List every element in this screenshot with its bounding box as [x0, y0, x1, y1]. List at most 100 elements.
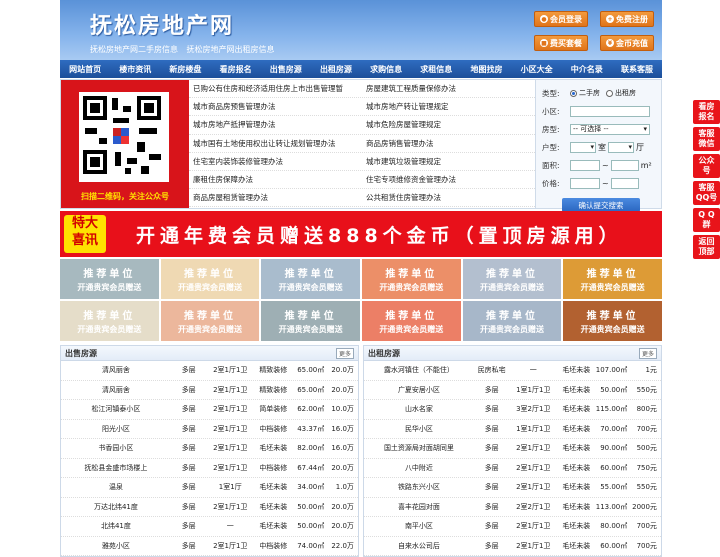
- recommended-unit-tile[interactable]: 推荐单位 开通贵宾会员赠送: [361, 259, 461, 299]
- float-service-wechat[interactable]: 客服 微信: [693, 127, 720, 151]
- community-input[interactable]: [570, 105, 650, 117]
- listing-community[interactable]: 抚松县金盛市场楼上: [61, 463, 171, 473]
- nav-want-buy[interactable]: 求购信息: [361, 60, 411, 78]
- float-viewing-signup[interactable]: 看房 报名: [693, 100, 720, 124]
- recommended-unit-tile[interactable]: 推荐单位 开通贵宾会员赠送: [261, 301, 360, 341]
- listing-row[interactable]: 八中附近 多层 2室1厅1卫 毛坯未装 60.00㎡ 750元: [364, 459, 661, 478]
- listing-community[interactable]: 民华小区: [364, 424, 474, 434]
- nav-viewing-signup[interactable]: 看房报名: [211, 60, 261, 78]
- recommended-unit-tile[interactable]: 推荐单位 开通贵宾会员赠送: [60, 259, 159, 299]
- nav-news[interactable]: 楼市资讯: [110, 60, 160, 78]
- listing-community[interactable]: 书香园小区: [61, 443, 171, 453]
- listing-community[interactable]: 温泉: [61, 482, 171, 492]
- policy-link[interactable]: 城市房地产转让管理规定: [362, 101, 535, 112]
- listing-row[interactable]: 国土资源局对面胡同里 多层 2室1厅1卫 毛坯未装 90.00㎡ 500元: [364, 439, 661, 459]
- recommended-unit-tile[interactable]: 推荐单位 开通贵宾会员赠送: [160, 259, 260, 299]
- recommended-unit-tile[interactable]: 推荐单位 开通贵宾会员赠送: [261, 259, 360, 299]
- recommended-unit-tile[interactable]: 推荐单位 开通贵宾会员赠送: [160, 301, 260, 341]
- recommended-unit-tile[interactable]: 推荐单位 开通贵宾会员赠送: [462, 259, 562, 299]
- login-button[interactable]: ● 会员登录: [534, 11, 588, 27]
- listing-community[interactable]: 山水名家: [364, 404, 474, 414]
- listing-community[interactable]: 雅苑小区: [61, 541, 171, 551]
- listing-row[interactable]: 清风丽舍 多层 2室1厅1卫 精致装修 65.00㎡ 20.0万: [61, 381, 358, 400]
- listing-community[interactable]: 南平小区: [364, 521, 474, 531]
- float-back-to-top[interactable]: 返回 顶部: [693, 235, 720, 259]
- recommended-unit-tile[interactable]: 推荐单位 开通贵宾会员赠送: [563, 301, 662, 341]
- area-max-input[interactable]: [610, 159, 639, 171]
- listing-community[interactable]: 松江河镇泰小区: [61, 404, 171, 414]
- nav-home[interactable]: 网站首页: [60, 60, 110, 78]
- policy-link[interactable]: 商品房销售管理办法: [362, 138, 535, 149]
- site-logo[interactable]: 抚松房地产网: [90, 8, 234, 40]
- nav-agents[interactable]: 中介名录: [562, 60, 612, 78]
- listing-row[interactable]: 南平小区 多层 2室1厅1卫 毛坯未装 80.00㎡ 700元: [364, 517, 661, 537]
- nav-want-rent[interactable]: 求租信息: [411, 60, 461, 78]
- listing-row[interactable]: 山水名家 多层 3室2厅1卫 毛坯未装 115.00㎡ 800元: [364, 400, 661, 420]
- float-service-qq[interactable]: 客服 QQ号: [693, 181, 720, 205]
- policy-link[interactable]: 城市国有土地使用权出让转让规划管理办法: [189, 138, 362, 149]
- policy-link[interactable]: 廉租住房保障办法: [189, 174, 362, 185]
- radio-second-hand[interactable]: 二手房: [570, 88, 600, 98]
- nav-for-sale[interactable]: 出售房源: [261, 60, 311, 78]
- recommended-unit-tile[interactable]: 推荐单位 开通贵宾会员赠送: [563, 259, 662, 299]
- listing-community[interactable]: 国土资源局对面胡同里: [364, 443, 474, 453]
- listing-row[interactable]: 北纬41度 多层 一 毛坯未装 50.00㎡ 20.0万: [61, 517, 358, 537]
- nav-contact[interactable]: 联系客服: [612, 60, 662, 78]
- price-max-input[interactable]: [610, 177, 639, 189]
- listing-row[interactable]: 抚松县金盛市场楼上 多层 2室1厅1卫 中档装修 67.44㎡ 20.0万: [61, 459, 358, 478]
- listing-row[interactable]: 万达北纬41度 多层 2室1厅1卫 毛坯未装 50.00㎡ 20.0万: [61, 498, 358, 517]
- sub-link-sale[interactable]: 抚松房地产网二手房信息: [90, 45, 178, 54]
- recharge-button[interactable]: ¥ 金币充值: [600, 35, 654, 51]
- listing-row[interactable]: 阳光小区 多层 2室1厅1卫 中档装修 43.37㎡ 16.0万: [61, 420, 358, 439]
- listing-community[interactable]: 铁路东兴小区: [364, 482, 474, 492]
- recommended-unit-tile[interactable]: 推荐单位 开通贵宾会员赠送: [361, 301, 461, 341]
- house-type-select[interactable]: -- 可选择 -- ▾: [570, 123, 650, 135]
- promo-banner[interactable]: 特大 喜讯 开通年费会员赠送888个金币（置顶房源用）: [60, 211, 662, 257]
- policy-link[interactable]: 城市建筑垃圾管理规定: [362, 156, 535, 167]
- listing-row[interactable]: 喜丰花园对面 多层 2室2厅1卫 毛坯未装 113.00㎡ 2000元: [364, 498, 661, 517]
- policy-link[interactable]: 公共租赁住房管理办法: [362, 192, 535, 203]
- listing-row[interactable]: 广夏安居小区 多层 1室1厅1卫 毛坯未装 50.00㎡ 550元: [364, 381, 661, 400]
- listing-community[interactable]: 八中附近: [364, 463, 474, 473]
- listing-community[interactable]: 清风丽舍: [61, 385, 171, 395]
- radio-rent[interactable]: 出租房: [606, 88, 636, 98]
- listing-row[interactable]: 民华小区 多层 1室1厅1卫 毛坯未装 70.00㎡ 700元: [364, 420, 661, 439]
- sale-more-button[interactable]: 更多: [335, 347, 354, 359]
- policy-link[interactable]: 城市房地产抵押管理办法: [189, 119, 362, 130]
- recommended-unit-tile[interactable]: 推荐单位 开通贵宾会员赠送: [462, 301, 562, 341]
- listing-community[interactable]: 露水河镇住（不能住）: [364, 365, 474, 375]
- nav-communities[interactable]: 小区大全: [512, 60, 562, 78]
- listing-row[interactable]: 雅苑小区 多层 2室1厅1卫 中档装修 74.00㎡ 22.0万: [61, 537, 358, 556]
- policy-link[interactable]: 已购公有住房和经济适用住房上市出售管理暂: [189, 83, 362, 94]
- listing-community[interactable]: 清风丽舍: [61, 365, 171, 375]
- listing-community[interactable]: 广夏安居小区: [364, 385, 474, 395]
- area-min-input[interactable]: [570, 159, 600, 171]
- listing-community[interactable]: 阳光小区: [61, 424, 171, 434]
- listing-row[interactable]: 温泉 多层 1室1厅 毛坯未装 34.00㎡ 1.0万: [61, 478, 358, 498]
- listing-community[interactable]: 万达北纬41度: [61, 502, 171, 512]
- listing-community[interactable]: 北纬41度: [61, 521, 171, 531]
- nav-map[interactable]: 地图找房: [461, 60, 511, 78]
- price-min-input[interactable]: [570, 177, 600, 189]
- rent-more-button[interactable]: 更多: [638, 347, 657, 359]
- package-button[interactable]: ■ 费买套餐: [534, 35, 588, 51]
- room-select[interactable]: ▾: [570, 141, 596, 153]
- policy-link[interactable]: 住宅专项维修资金管理办法: [362, 174, 535, 185]
- search-submit-button[interactable]: 确认提交搜索: [562, 198, 640, 212]
- nav-new-homes[interactable]: 新房楼盘: [160, 60, 210, 78]
- policy-link[interactable]: 城市商品房预售管理办法: [189, 101, 362, 112]
- nav-for-rent[interactable]: 出租房源: [311, 60, 361, 78]
- listing-community[interactable]: 自来水公司后: [364, 541, 474, 551]
- recommended-unit-tile[interactable]: 推荐单位 开通贵宾会员赠送: [60, 301, 159, 341]
- listing-community[interactable]: 喜丰花园对面: [364, 502, 474, 512]
- float-qq-group[interactable]: Q Q群: [693, 208, 720, 232]
- float-official-account[interactable]: 公众号: [693, 154, 720, 178]
- sub-link-rent[interactable]: 抚松房地产网出租房信息: [187, 45, 275, 54]
- policy-link[interactable]: 城市危险房屋管理规定: [362, 119, 535, 130]
- policy-link[interactable]: 商品房屋租赁管理办法: [189, 192, 362, 203]
- listing-row[interactable]: 清风丽舍 多层 2室1厅1卫 精致装修 65.00㎡ 20.0万: [61, 361, 358, 381]
- policy-link[interactable]: 房屋建筑工程质量保修办法: [362, 83, 535, 94]
- listing-row[interactable]: 自来水公司后 多层 2室1厅1卫 毛坯未装 60.00㎡ 700元: [364, 537, 661, 556]
- register-button[interactable]: + 免费注册: [600, 11, 654, 27]
- listing-row[interactable]: 松江河镇泰小区 多层 2室1厅1卫 简单装修 62.00㎡ 10.0万: [61, 400, 358, 420]
